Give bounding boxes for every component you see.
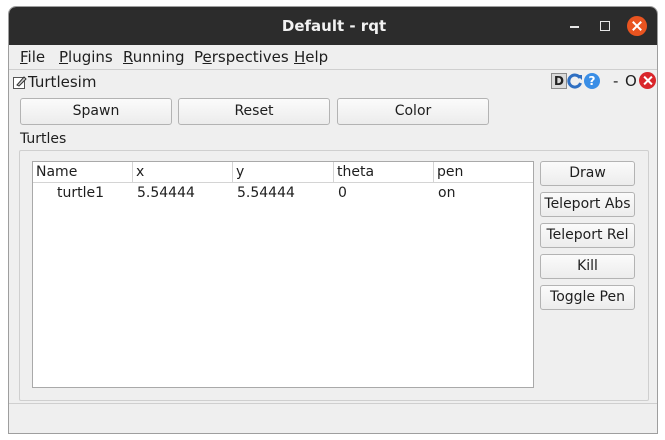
column-header-y[interactable]: y bbox=[233, 162, 334, 182]
cell-pen: on bbox=[438, 185, 456, 201]
menu-help[interactable]: Help bbox=[294, 48, 328, 66]
window-close-icon[interactable] bbox=[627, 16, 647, 36]
menu-plugins-mnemonic: P bbox=[59, 48, 69, 66]
cell-theta: 0 bbox=[338, 185, 347, 201]
menu-perspectives-pre: P bbox=[194, 48, 203, 66]
menu-separator bbox=[9, 69, 657, 70]
turtles-table[interactable]: Name x y theta pen turtle1 5.54444 5.544… bbox=[32, 161, 534, 388]
reload-icon[interactable] bbox=[567, 73, 583, 89]
column-header-pen[interactable]: pen bbox=[434, 162, 533, 182]
plugin-title: Turtlesim bbox=[28, 73, 97, 91]
menu-file-mnemonic: F bbox=[20, 48, 28, 66]
menu-help-mnemonic: H bbox=[294, 48, 306, 66]
menu-file-label: ile bbox=[27, 48, 46, 66]
reset-button[interactable]: Reset bbox=[178, 98, 330, 125]
plugin-close-icon[interactable] bbox=[639, 72, 656, 89]
menu-perspectives-mnemonic: e bbox=[202, 48, 212, 66]
menu-plugins[interactable]: Plugins bbox=[59, 48, 113, 66]
menu-file[interactable]: File bbox=[20, 48, 45, 66]
color-button[interactable]: Color bbox=[337, 98, 489, 125]
table-header: Name x y theta pen bbox=[33, 162, 533, 183]
column-header-x[interactable]: x bbox=[133, 162, 233, 182]
menu-help-label: elp bbox=[305, 48, 329, 66]
window-title: Default - rqt bbox=[281, 17, 387, 35]
app-window: Default - rqt File Plugins Running Persp… bbox=[8, 6, 658, 434]
teleport-abs-button[interactable]: Teleport Abs bbox=[540, 192, 635, 217]
column-header-theta[interactable]: theta bbox=[334, 162, 434, 182]
column-header-name[interactable]: Name bbox=[33, 162, 133, 182]
menu-plugins-label: lugins bbox=[68, 48, 113, 66]
menu-perspectives-label: rspectives bbox=[211, 48, 289, 66]
teleport-rel-button[interactable]: Teleport Rel bbox=[540, 223, 635, 248]
float-plugin-button[interactable]: O bbox=[625, 72, 637, 90]
bottom-separator bbox=[9, 403, 657, 404]
cell-y: 5.54444 bbox=[237, 185, 295, 201]
title-bar[interactable]: Default - rqt bbox=[9, 7, 657, 45]
menu-running[interactable]: Running bbox=[123, 48, 184, 66]
menu-running-mnemonic: R bbox=[123, 48, 133, 66]
spawn-button[interactable]: Spawn bbox=[20, 98, 172, 125]
pencil-icon bbox=[13, 76, 27, 89]
cell-name: turtle1 bbox=[57, 185, 105, 201]
toggle-pen-button[interactable]: Toggle Pen bbox=[540, 285, 635, 310]
minimize-icon[interactable] bbox=[565, 17, 583, 35]
menu-perspectives[interactable]: Perspectives bbox=[194, 48, 289, 66]
maximize-icon[interactable] bbox=[596, 17, 614, 35]
menu-bar: File Plugins Running Perspectives Help bbox=[9, 45, 657, 69]
menu-running-label: unning bbox=[132, 48, 185, 66]
kill-button[interactable]: Kill bbox=[540, 254, 635, 279]
turtles-group-label: Turtles bbox=[20, 131, 67, 147]
draw-button[interactable]: Draw bbox=[540, 161, 635, 186]
dynamic-reconfigure-icon[interactable]: D bbox=[551, 73, 567, 89]
hide-plugin-button[interactable]: - bbox=[613, 72, 618, 90]
cell-x: 5.54444 bbox=[137, 185, 195, 201]
help-icon[interactable]: ? bbox=[584, 73, 600, 89]
